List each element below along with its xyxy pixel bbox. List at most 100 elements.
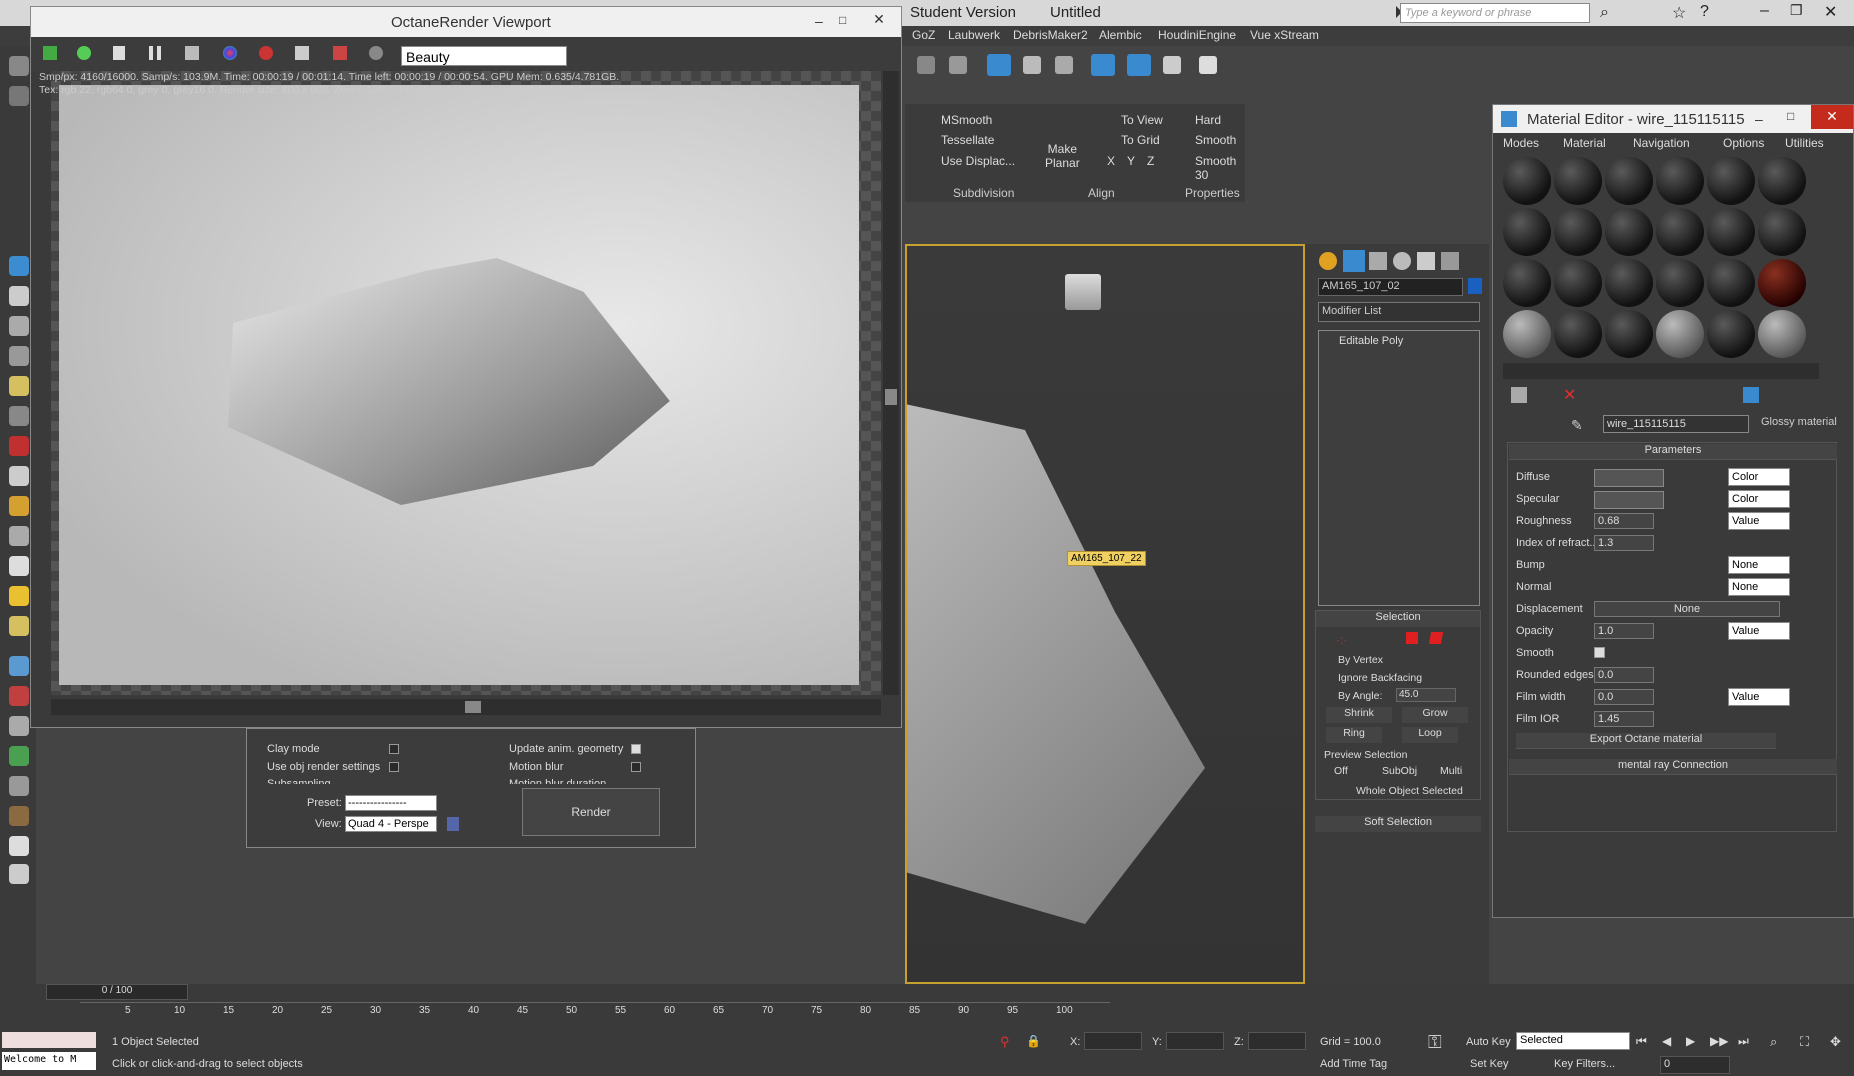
material-sample-slot[interactable] <box>1707 157 1755 205</box>
go-to-start-icon[interactable]: ⏮ <box>1636 1034 1647 1049</box>
stack-item-editable-poly[interactable]: Editable Poly <box>1339 335 1403 347</box>
param-mode-select[interactable]: Color <box>1728 468 1790 486</box>
menu-utilities[interactable]: Utilities <box>1785 136 1824 150</box>
white-sphere-icon[interactable] <box>9 836 29 856</box>
octane-close-icon[interactable]: ✕ <box>861 11 897 33</box>
menu-houdiniengine[interactable]: HoudiniEngine <box>1158 28 1236 42</box>
param-color-swatch[interactable] <box>1594 469 1664 487</box>
particles-icon[interactable] <box>9 656 29 676</box>
binoculars-icon[interactable]: ⌕ <box>1600 4 1609 22</box>
z-coordinate-field[interactable] <box>1248 1032 1306 1050</box>
menu-alembic[interactable]: Alembic <box>1099 28 1142 42</box>
to-view-button[interactable]: To View <box>1121 113 1163 127</box>
vertex-mode-icon[interactable]: ·:· <box>1336 633 1347 647</box>
update-anim-checkbox[interactable] <box>631 744 641 754</box>
render-setup-icon[interactable] <box>1127 54 1151 76</box>
smooth-checkbox[interactable] <box>1594 647 1605 658</box>
menu-debrismaker[interactable]: DebrisMaker2 <box>1013 28 1088 42</box>
cone-icon[interactable] <box>9 556 29 576</box>
region-render-icon[interactable] <box>295 46 309 60</box>
displacement-map-button[interactable]: None <box>1594 601 1780 617</box>
restore-icon[interactable]: ❐ <box>1790 2 1803 19</box>
octane-maximize-icon[interactable]: □ <box>839 13 846 27</box>
layer-icon[interactable] <box>949 56 967 74</box>
material-sample-slot[interactable] <box>1605 157 1653 205</box>
key-icon[interactable]: ⚿ <box>1428 1032 1442 1053</box>
add-time-tag-button[interactable]: Add Time Tag <box>1320 1058 1387 1070</box>
by-angle-checkbox[interactable]: By Angle: <box>1338 690 1382 702</box>
save-image-icon[interactable] <box>43 46 57 60</box>
box-icon[interactable] <box>9 466 29 486</box>
material-name-input[interactable]: wire_115115115 <box>1603 415 1749 433</box>
view-select[interactable]: Quad 4 - Perspe <box>345 816 437 832</box>
next-frame-icon[interactable]: ▶▶ <box>1710 1034 1728 1048</box>
scene-explorer-icon[interactable] <box>987 54 1011 76</box>
helper-icon[interactable] <box>9 436 29 456</box>
use-displace-button[interactable]: Use Displac... <box>941 154 1015 168</box>
camera-settings-icon[interactable] <box>369 46 383 60</box>
timeline[interactable]: 0 / 100 5 10 15 20 25 30 35 40 45 50 55 60 65 70 75 80 8… <box>36 984 1854 1018</box>
display-tab-icon[interactable] <box>1417 252 1435 270</box>
object-name-input[interactable]: AM165_107_02 <box>1318 278 1463 296</box>
material-sample-slot[interactable] <box>1503 310 1551 358</box>
ring-icon[interactable] <box>9 526 29 546</box>
modify-tab-icon[interactable] <box>1343 250 1365 272</box>
param-value-input[interactable]: 1.45 <box>1594 711 1654 727</box>
menu-laubwerk[interactable]: Laubwerk <box>948 28 1000 42</box>
close-icon[interactable]: ✕ <box>1824 2 1837 22</box>
param-value-input[interactable]: 0.0 <box>1594 667 1654 683</box>
make-planar-label[interactable]: Make Planar <box>1045 142 1080 170</box>
msmooth-button[interactable]: MSmooth <box>941 113 992 127</box>
delete-icon[interactable]: ✕ <box>1563 385 1576 405</box>
paint-icon[interactable] <box>9 686 29 706</box>
ignore-backfacing-checkbox[interactable]: Ignore Backfacing <box>1338 672 1422 684</box>
preset-select[interactable]: ---------------- <box>345 795 437 811</box>
star-icon[interactable]: ☆ <box>1672 3 1686 23</box>
table-icon[interactable] <box>9 346 29 366</box>
sphere-icon[interactable] <box>9 496 29 516</box>
auto-focus-icon[interactable] <box>185 46 199 60</box>
zoom-icon[interactable]: ⌕ <box>1770 1034 1777 1050</box>
horizontal-scrollbar[interactable] <box>51 699 881 715</box>
go-to-end-icon[interactable]: ⏭ <box>1738 1034 1749 1049</box>
grow-button[interactable]: Grow <box>1402 707 1468 723</box>
grid-icon[interactable] <box>9 864 29 884</box>
eyedropper-icon[interactable]: ✎ <box>1571 417 1583 434</box>
maxscript-listener-pink[interactable] <box>2 1032 96 1048</box>
material-sample-slot[interactable] <box>1656 157 1704 205</box>
octane-minimize-icon[interactable]: – <box>815 13 823 29</box>
lock-view-icon[interactable] <box>447 817 459 831</box>
material-close-icon[interactable]: ✕ <box>1811 105 1853 129</box>
material-sample-slot[interactable] <box>1605 259 1653 307</box>
motion-tab-icon[interactable] <box>1393 252 1411 270</box>
material-sample-slot[interactable] <box>1605 208 1653 256</box>
material-minimize-icon[interactable]: – <box>1755 111 1763 127</box>
camera-icon[interactable] <box>9 406 29 426</box>
material-sample-slot[interactable] <box>1554 259 1602 307</box>
hard-button[interactable]: Hard <box>1195 113 1221 127</box>
menu-goz[interactable]: GoZ <box>912 28 935 42</box>
menu-vue-xstream[interactable]: Vue xStream <box>1250 28 1319 42</box>
object-color-swatch[interactable] <box>1468 278 1482 294</box>
element-mode-icon[interactable] <box>1428 632 1444 644</box>
align-icon[interactable] <box>917 56 935 74</box>
loop-button[interactable]: Loop <box>1402 727 1458 743</box>
material-sample-slot[interactable] <box>1758 208 1806 256</box>
get-material-icon[interactable] <box>1511 387 1527 403</box>
menu-navigation[interactable]: Navigation <box>1633 136 1690 150</box>
mental-ray-connection-rollout[interactable]: mental ray Connection <box>1509 759 1837 775</box>
tessellate-button[interactable]: Tessellate <box>941 133 994 147</box>
param-value-input[interactable]: 1.3 <box>1594 535 1654 551</box>
angle-input[interactable]: 45.0 <box>1396 688 1456 702</box>
restart-render-icon[interactable] <box>77 46 91 60</box>
teapot-render-icon[interactable] <box>1199 56 1217 74</box>
material-sample-slot[interactable] <box>1758 310 1806 358</box>
x-coordinate-field[interactable] <box>1084 1032 1142 1050</box>
material-sample-slot[interactable] <box>1503 259 1551 307</box>
param-mode-select[interactable]: Value <box>1728 688 1790 706</box>
param-value-input[interactable]: 1.0 <box>1594 623 1654 639</box>
selection-header[interactable]: Selection <box>1316 611 1480 627</box>
create-tab-icon[interactable] <box>1319 252 1337 270</box>
search-input[interactable]: Type a keyword or phrase <box>1400 3 1590 23</box>
motion-blur-checkbox[interactable] <box>631 762 641 772</box>
